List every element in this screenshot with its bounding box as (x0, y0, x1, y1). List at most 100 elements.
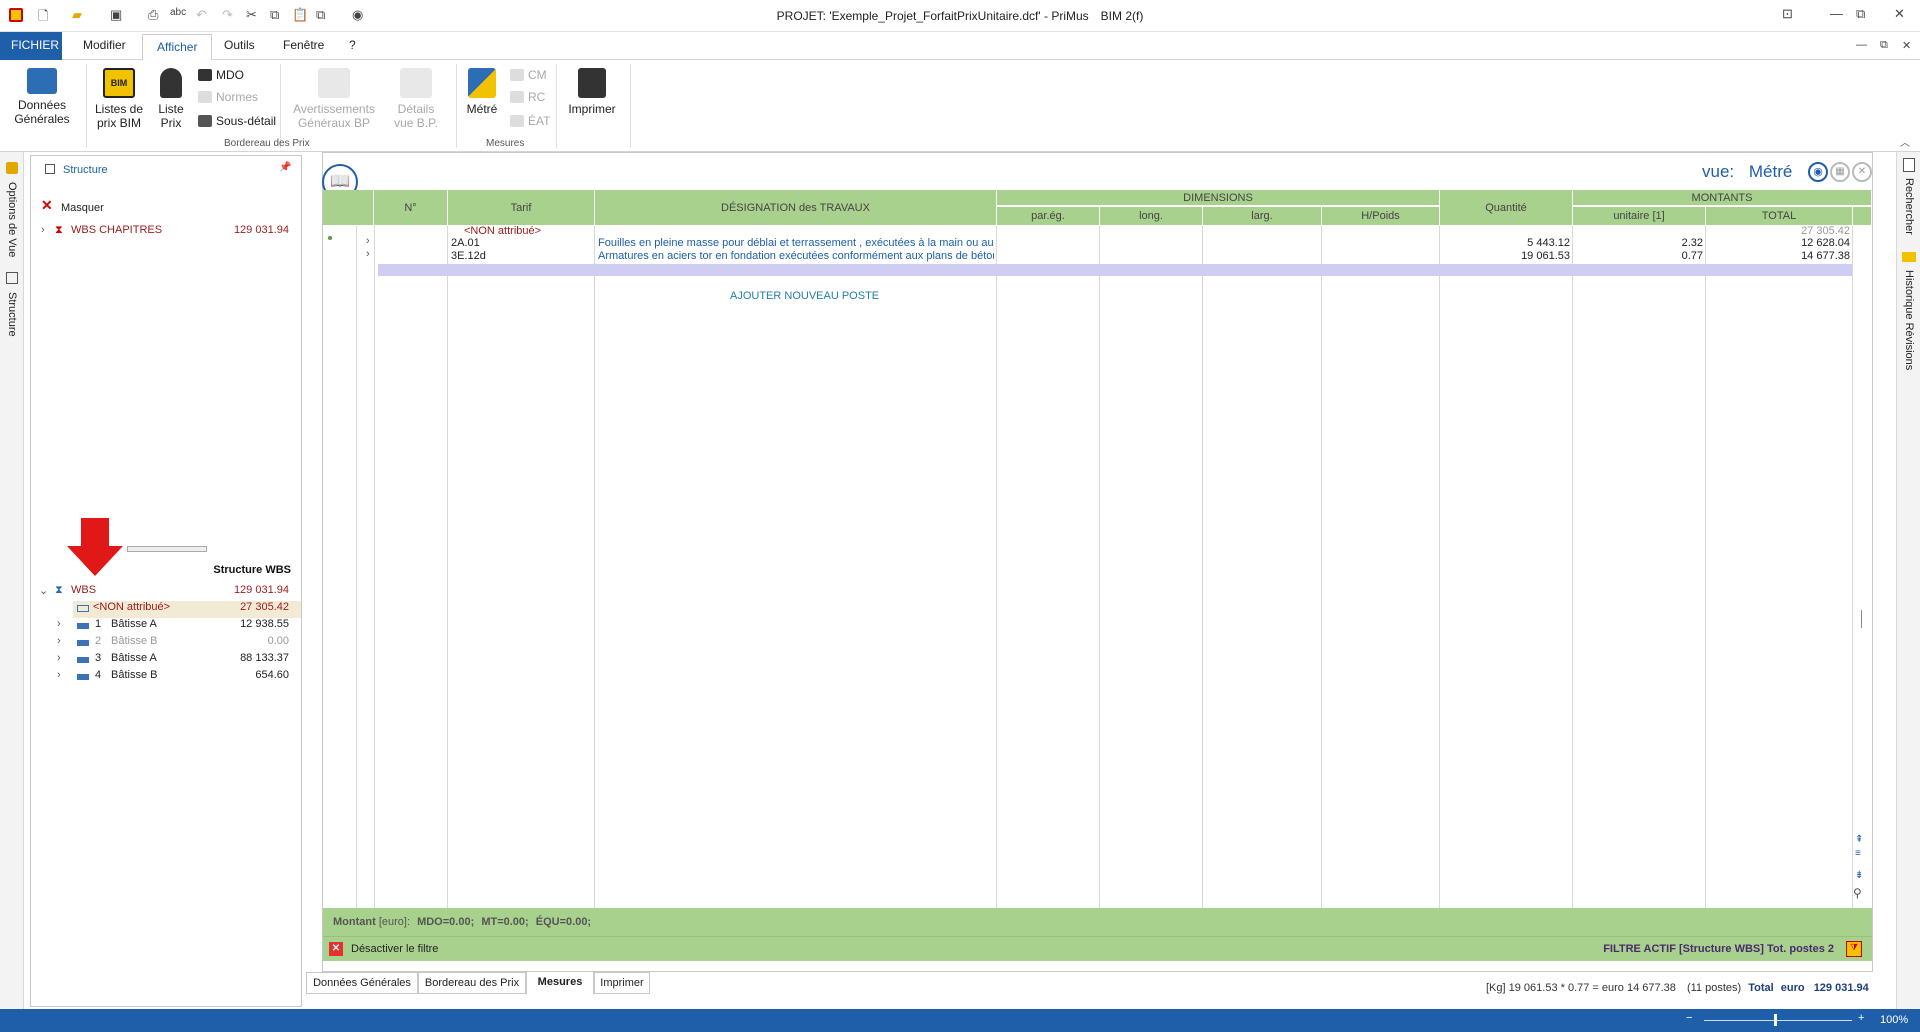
filter-icon[interactable]: ⧩ (1846, 941, 1862, 957)
metre-button[interactable]: Métré (460, 68, 504, 116)
details-vue-button[interactable]: Détails vue B.P. (384, 68, 448, 130)
historique-tab[interactable]: Historique Révisions (1903, 270, 1915, 370)
zoom-slider[interactable] (1704, 1020, 1852, 1021)
tree-row-2[interactable]: › 2 Bâtisse B 0.00 (31, 635, 301, 652)
open-folder-icon[interactable]: ▰ (72, 7, 82, 23)
selected-empty-row[interactable] (378, 264, 1852, 276)
tab-fenetre[interactable]: Fenêtre (283, 38, 324, 52)
mdo-button[interactable]: MDO (198, 68, 244, 82)
rc-button[interactable]: RC (510, 90, 545, 104)
tab-imprimer[interactable]: Imprimer (594, 972, 650, 994)
tab-outils[interactable]: Outils (224, 38, 255, 52)
inner-minimize-icon[interactable]: — (1856, 39, 1867, 51)
header-total: TOTAL (1706, 207, 1852, 225)
chevron-right-icon[interactable]: › (57, 669, 61, 681)
chevron-right-icon[interactable]: › (366, 248, 370, 260)
grid-line (1705, 226, 1706, 908)
print-icon[interactable]: ⎙ (148, 7, 158, 23)
redo-icon[interactable]: ↷ (222, 7, 233, 23)
filter-nav-icon[interactable]: ≡ (1855, 848, 1861, 859)
item-icon (77, 623, 89, 629)
tab-bordereau-des-prix[interactable]: Bordereau des Prix (418, 972, 526, 994)
tab-modifier[interactable]: Modifier (83, 38, 126, 52)
wbs-root-row[interactable]: ⌄ ⧗ WBS 129 031.94 (31, 584, 301, 601)
chevron-right-icon[interactable]: › (57, 635, 61, 647)
vue-label: vue: (1702, 162, 1735, 181)
montant-bar: Montant [euro]: MDO=0.00; MT=0.00; ÉQU=0… (323, 908, 1872, 936)
zoom-search-icon[interactable]: ⚲ (1853, 886, 1862, 900)
sous-detail-button[interactable]: Sous-détail (198, 114, 276, 128)
price-list-icon (160, 68, 182, 98)
hierarchy-icon: ⧗ (55, 224, 63, 236)
disable-filter-button[interactable]: Désactiver le filtre (351, 943, 438, 955)
add-post-link[interactable]: AJOUTER NOUVEAU POSTE (730, 290, 879, 302)
imprimer-button[interactable]: Imprimer (562, 68, 622, 116)
printer-icon (578, 68, 606, 98)
grid-line (1439, 226, 1440, 908)
spellcheck-icon[interactable]: abc (170, 7, 186, 18)
envelope-icon (1902, 252, 1916, 262)
chevron-right-icon[interactable]: › (366, 235, 370, 247)
help-window-icon[interactable]: ⊡ (1782, 6, 1793, 22)
donnees-generales-button[interactable]: Données Générales (6, 68, 78, 126)
tab-fichier[interactable]: FICHIER (0, 32, 62, 60)
non-attribue-row-label[interactable]: <NON attribué> (464, 225, 541, 237)
chevron-right-icon[interactable]: › (57, 652, 61, 664)
zoom-out-icon[interactable]: − (1686, 1012, 1692, 1024)
cut-icon[interactable]: ✂ (246, 7, 257, 23)
tree-row-1[interactable]: › 1 Bâtisse A 12 938.55 (31, 618, 301, 635)
total-label: Total (1748, 982, 1774, 994)
tree-row-non-attribue[interactable]: <NON attribué> 27 305.42 (73, 601, 301, 618)
options-vue-tab[interactable]: Options de Vue (6, 182, 18, 257)
eat-button[interactable]: ÉAT (510, 114, 550, 128)
collapse-ribbon-icon[interactable]: ︿ (1900, 134, 1910, 149)
structure-tab[interactable]: Structure (6, 292, 18, 337)
measure-icon (468, 68, 496, 98)
cm-button[interactable]: CM (510, 68, 547, 82)
undo-icon[interactable]: ↶ (196, 7, 207, 23)
tree-row-4[interactable]: › 4 Bâtisse B 654.60 (31, 669, 301, 686)
restore-icon[interactable]: ⧉ (1856, 6, 1865, 22)
copy-icon[interactable]: ⧉ (270, 7, 279, 23)
liste-prix-button[interactable]: Liste Prix (150, 68, 192, 130)
tab-mesures[interactable]: Mesures (526, 971, 594, 995)
close-icon[interactable]: ✕ (1894, 6, 1905, 22)
mouse-icon[interactable]: ◉ (352, 7, 363, 23)
view-grid-icon[interactable]: ▦ (1830, 162, 1850, 182)
minimize-icon[interactable]: — (1830, 6, 1843, 21)
rechercher-tab[interactable]: Rechercher (1903, 178, 1915, 235)
tab-afficher[interactable]: Afficher (142, 34, 212, 61)
splitter-handle[interactable] (127, 546, 207, 552)
tree-row-3[interactable]: › 3 Bâtisse A 88 133.37 (31, 652, 301, 669)
duplicate-icon[interactable]: ⧉ (316, 7, 325, 23)
chevron-right-icon[interactable]: › (41, 224, 45, 236)
inner-restore-icon[interactable]: ⧉ (1880, 39, 1888, 52)
ribbon-tabs: FICHIER Modifier Afficher Outils Fenêtre… (0, 32, 1920, 61)
wbs-chapitres-row[interactable]: › ⧗ WBS CHAPITRES 129 031.94 (31, 224, 301, 241)
eye-icon[interactable]: ◉ (1808, 162, 1828, 182)
zoom-in-icon[interactable]: + (1858, 1012, 1864, 1024)
scroll-indicator[interactable] (1861, 610, 1862, 628)
listes-prix-bim-button[interactable]: BIM Listes de prix BIM (90, 68, 148, 130)
pin-icon[interactable]: 📌 (279, 162, 291, 173)
zoom-slider-thumb[interactable] (1774, 1014, 1777, 1026)
chevron-down-icon[interactable]: ⌄ (39, 584, 48, 597)
paste-icon[interactable]: 📋 (292, 7, 308, 23)
masquer-button[interactable]: Masquer (61, 202, 104, 214)
tab-help[interactable]: ? (349, 38, 356, 52)
grid-line (1202, 226, 1203, 908)
disable-filter-icon[interactable]: ✕ (329, 942, 343, 956)
total-currency: euro (1780, 982, 1805, 994)
normes-button[interactable]: Normes (198, 90, 258, 104)
inner-close-icon[interactable]: ✕ (1902, 39, 1911, 52)
filter-status: FILTRE ACTIF [Structure WBS] Tot. postes… (1603, 943, 1834, 955)
scroll-bottom-icon[interactable]: ⇟ (1855, 870, 1863, 881)
tools-icon[interactable]: ✕ (1852, 162, 1872, 182)
separator (630, 64, 631, 148)
tab-donnees-generales[interactable]: Données Générales (306, 972, 418, 994)
save-icon[interactable]: ▣ (110, 7, 122, 23)
new-file-icon[interactable]: 🗋 (38, 7, 48, 29)
scroll-top-icon[interactable]: ⇞ (1855, 834, 1863, 845)
chevron-right-icon[interactable]: › (57, 618, 61, 630)
avertissements-button[interactable]: Avertissements Généraux BP (286, 68, 382, 130)
